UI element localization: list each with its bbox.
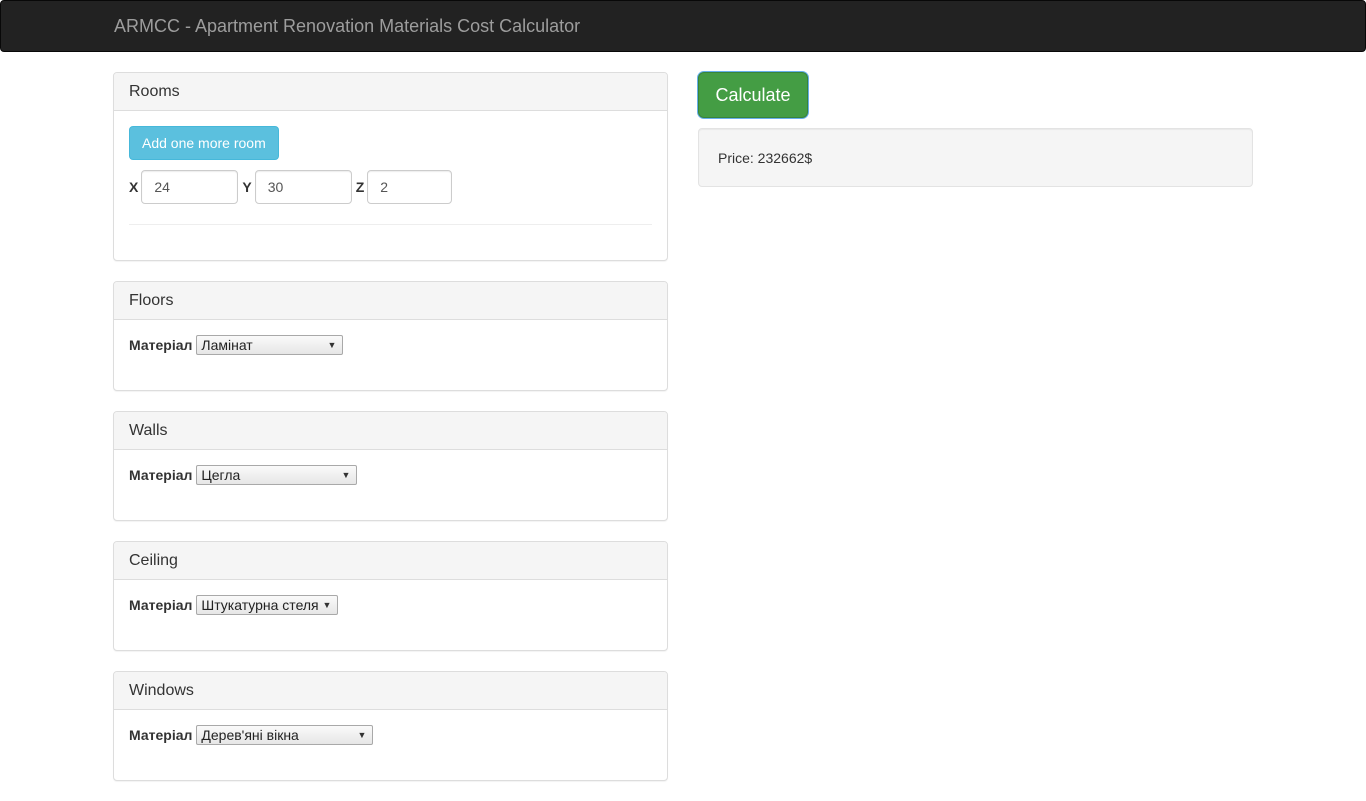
floors-panel-title: Floors [114, 282, 667, 320]
walls-material-label: Матеріал [129, 467, 193, 483]
windows-panel-title: Windows [114, 672, 667, 710]
floors-material-select[interactable]: Ламінат ▼ [196, 335, 344, 355]
windows-material-label: Матеріал [129, 727, 193, 743]
x-label: X [129, 179, 139, 195]
ceiling-panel: Ceiling Матеріал Штукатурна стеля ▼ [113, 541, 668, 651]
x-input[interactable] [141, 170, 239, 204]
room-dimensions: X Y Z [129, 170, 652, 204]
floors-selected-value: Ламінат [201, 337, 253, 353]
floors-material-label: Матеріал [129, 337, 193, 353]
z-input[interactable] [367, 170, 453, 204]
walls-panel-title: Walls [114, 412, 667, 450]
windows-panel: Windows Матеріал Дерев'яні вікна ▼ [113, 671, 668, 781]
add-room-button[interactable]: Add one more room [129, 126, 279, 160]
navbar: ARMCC - Apartment Renovation Materials C… [0, 0, 1366, 52]
y-input[interactable] [254, 170, 352, 204]
y-label: Y [242, 179, 252, 195]
floors-panel: Floors Матеріал Ламінат ▼ [113, 281, 668, 391]
ceiling-material-label: Матеріал [129, 597, 193, 613]
right-column: Calculate Price: 232662$ [698, 72, 1253, 187]
dropdown-arrow-icon: ▼ [341, 470, 351, 480]
left-column: Rooms Add one more room X Y Z Floors Мат… [113, 72, 668, 801]
price-text: Price: 232662$ [718, 150, 813, 166]
walls-panel: Walls Матеріал Цегла ▼ [113, 411, 668, 521]
windows-material-select[interactable]: Дерев'яні вікна ▼ [196, 725, 374, 745]
dropdown-arrow-icon: ▼ [327, 340, 337, 350]
ceiling-material-select[interactable]: Штукатурна стеля ▼ [196, 595, 339, 615]
ceiling-selected-value: Штукатурна стеля [201, 597, 319, 613]
calculate-button[interactable]: Calculate [698, 72, 808, 118]
walls-material-select[interactable]: Цегла ▼ [196, 465, 358, 485]
walls-selected-value: Цегла [201, 467, 241, 483]
dropdown-arrow-icon: ▼ [322, 600, 332, 610]
app-title[interactable]: ARMCC - Apartment Renovation Materials C… [114, 15, 580, 37]
room-divider [129, 224, 652, 225]
price-result: Price: 232662$ [698, 128, 1253, 187]
dropdown-arrow-icon: ▼ [357, 730, 367, 740]
windows-selected-value: Дерев'яні вікна [201, 727, 299, 743]
rooms-panel: Rooms Add one more room X Y Z [113, 72, 668, 261]
rooms-panel-title: Rooms [114, 73, 667, 111]
z-label: Z [355, 179, 365, 195]
ceiling-panel-title: Ceiling [114, 542, 667, 580]
